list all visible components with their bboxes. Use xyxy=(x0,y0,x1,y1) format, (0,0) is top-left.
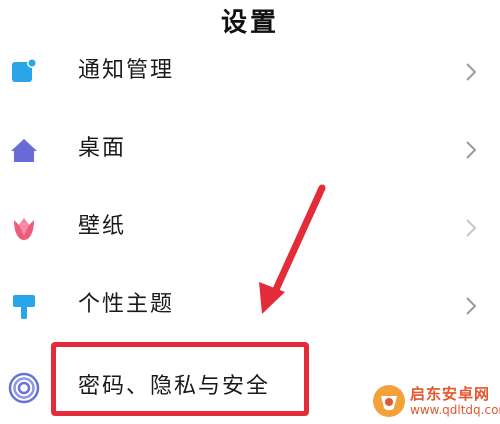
watermark-logo-icon xyxy=(372,384,406,418)
fingerprint-icon xyxy=(8,372,40,404)
page-title: 设置 xyxy=(220,8,279,38)
watermark-name: 启东安卓网 xyxy=(410,385,491,403)
settings-item-themes[interactable]: 个性主题 xyxy=(0,276,500,336)
tulip-icon xyxy=(8,212,40,244)
settings-item-label: 桌面 xyxy=(78,136,127,161)
chevron-right-icon xyxy=(464,59,478,85)
chevron-right-icon xyxy=(464,293,478,319)
chevron-right-icon xyxy=(464,215,478,241)
paint-brush-icon xyxy=(8,290,40,322)
settings-item-notifications[interactable]: 通知管理 xyxy=(0,42,500,102)
settings-item-label: 个性主题 xyxy=(78,292,175,317)
watermark-url: www.qdltdq.com xyxy=(410,403,500,417)
watermark: 启东安卓网 www.qdltdq.com xyxy=(370,382,500,422)
chevron-right-icon xyxy=(464,137,478,163)
settings-item-home-screen[interactable]: 桌面 xyxy=(0,120,500,180)
settings-screen: 设置 通知管理 桌面 壁纸 个性主题 密码、隐私与安全 启东安卓网 www.qd… xyxy=(0,0,500,424)
annotation-highlight-box xyxy=(51,342,309,416)
home-icon xyxy=(8,134,40,166)
settings-item-label: 壁纸 xyxy=(78,214,127,239)
settings-item-wallpaper[interactable]: 壁纸 xyxy=(0,198,500,258)
settings-item-label: 通知管理 xyxy=(78,58,175,83)
notification-icon xyxy=(8,56,40,88)
